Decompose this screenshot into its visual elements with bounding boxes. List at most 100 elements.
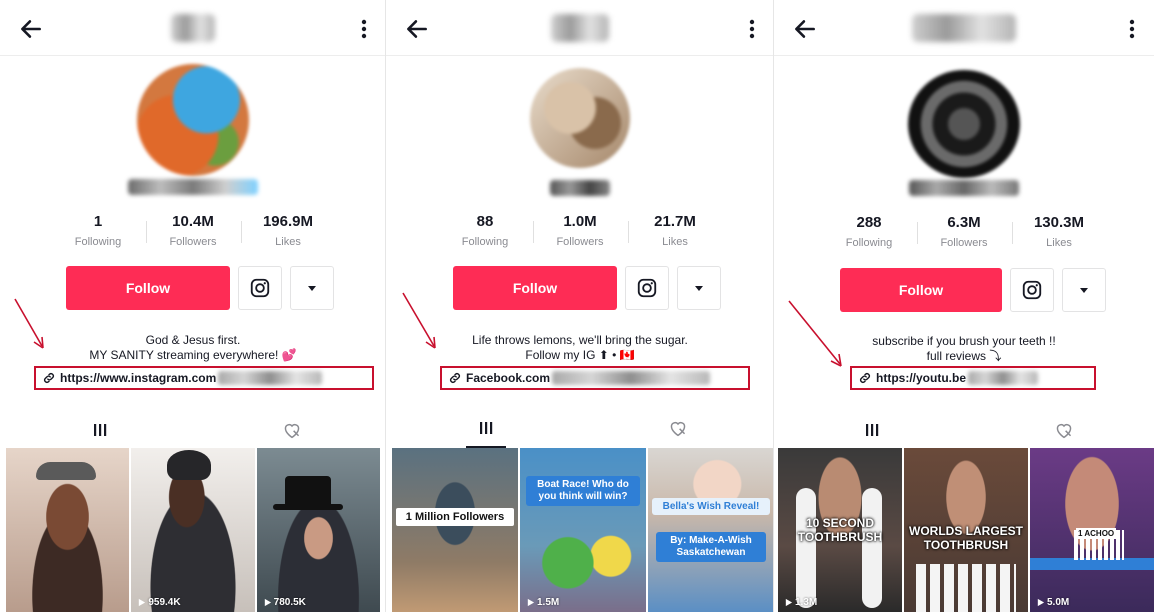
link-icon	[860, 373, 870, 383]
blurred-handle-title	[912, 14, 1016, 42]
profile-panel-2: 88 Following 1.0M Followers 21.7M Likes Fol…	[386, 0, 774, 612]
bio-link[interactable]: https://youtu.be	[850, 366, 1096, 390]
instagram-button[interactable]	[1010, 268, 1054, 312]
view-count: 959.4K	[137, 597, 181, 608]
stat-value: 6.3M	[947, 214, 981, 231]
video-thumbnail[interactable]: 1 ACHOO 5.0M	[1030, 448, 1154, 612]
play-icon	[1037, 598, 1045, 607]
liked-heart-icon	[1056, 423, 1072, 439]
instagram-button[interactable]	[238, 266, 282, 310]
more-vertical-icon[interactable]	[742, 16, 762, 42]
tab-liked[interactable]	[1024, 410, 1104, 450]
avatar[interactable]	[908, 70, 1020, 178]
more-options-dropdown[interactable]	[677, 266, 721, 310]
view-count: 780.5K	[263, 597, 306, 608]
more-options-dropdown[interactable]	[1062, 268, 1106, 312]
tab-liked[interactable]	[252, 410, 332, 450]
view-count: 5.0M	[1036, 597, 1069, 608]
play-icon	[785, 598, 793, 607]
stats-row: 1 Following 10.4M Followers 196.9M Likes	[0, 213, 386, 250]
stat-value: 10.4M	[172, 213, 214, 230]
tab-videos[interactable]	[60, 410, 140, 450]
video-thumbnail[interactable]: Bella's Wish Reveal! By: Make-A-Wish Sas…	[648, 448, 774, 612]
stat-likes[interactable]: 130.3M Likes	[1011, 214, 1107, 251]
bio: Life throws lemons, we'll bring the suga…	[386, 333, 774, 363]
stat-likes[interactable]: 196.9M Likes	[240, 213, 336, 250]
back-arrow-icon[interactable]	[404, 16, 430, 42]
stat-followers[interactable]: 6.3M Followers	[916, 214, 1012, 251]
back-arrow-icon[interactable]	[792, 16, 818, 42]
follow-button[interactable]: Follow	[66, 266, 230, 310]
more-vertical-icon[interactable]	[1122, 16, 1142, 42]
blurred-link-suffix	[218, 371, 323, 385]
action-buttons: Follow	[66, 266, 334, 310]
more-vertical-icon[interactable]	[354, 16, 374, 42]
instagram-icon	[637, 278, 657, 298]
video-thumbnail[interactable]	[6, 448, 130, 612]
video-thumbnail[interactable]: WORLDS LARGEST TOOTHBRUSH	[904, 448, 1028, 612]
view-count-text: 5.0M	[1047, 597, 1070, 608]
bio-line: Life throws lemons, we'll bring the suga…	[472, 333, 688, 347]
stat-value: 21.7M	[654, 213, 696, 230]
video-grid: 1 Million Followers Boat Race! Who do yo…	[392, 448, 774, 612]
follow-button[interactable]: Follow	[453, 266, 617, 310]
bio: God & Jesus first. MY SANITY streaming e…	[0, 333, 386, 363]
back-arrow-icon[interactable]	[18, 16, 44, 42]
follow-button[interactable]: Follow	[840, 268, 1002, 312]
caret-down-icon	[695, 286, 703, 291]
view-count: 1.5M	[526, 597, 559, 608]
content-tabs	[0, 410, 386, 450]
video-caption: 10 SECOND TOOTHBRUSH	[797, 516, 883, 544]
tab-liked[interactable]	[640, 408, 716, 448]
video-thumbnail[interactable]: Boat Race! Who do you think will win? 1.…	[520, 448, 646, 612]
link-icon	[44, 373, 54, 383]
grid-videos-icon	[94, 424, 107, 436]
red-annotation-arrow	[788, 300, 842, 367]
content-tabs	[386, 408, 774, 448]
play-icon	[264, 598, 271, 607]
stat-following[interactable]: 288 Following	[822, 214, 917, 251]
instagram-icon	[250, 278, 270, 298]
stat-value: 130.3M	[1033, 214, 1085, 231]
view-count-text: 1.3M	[795, 597, 818, 608]
bio-line: MY SANITY streaming everywhere! 💕	[89, 348, 297, 362]
video-caption: Bella's Wish Reveal!	[652, 498, 770, 515]
bio-link[interactable]: Facebook.com	[440, 366, 750, 390]
stat-label: Following	[461, 236, 509, 248]
avatar[interactable]	[137, 64, 249, 176]
video-thumbnail[interactable]: 959.4K	[131, 448, 255, 612]
grid-videos-icon	[866, 424, 879, 436]
blurred-handle-title	[171, 14, 215, 42]
blurred-link-suffix	[552, 371, 711, 385]
bio-link[interactable]: https://www.instagram.com	[34, 366, 374, 390]
top-bar	[0, 0, 386, 56]
stat-label: Followers	[556, 236, 604, 248]
grid-videos-icon	[480, 422, 493, 434]
tab-videos[interactable]	[832, 410, 912, 450]
stat-followers[interactable]: 10.4M Followers	[145, 213, 241, 250]
stat-likes[interactable]: 21.7M Likes	[627, 213, 723, 250]
video-caption: 1 ACHOO	[1076, 528, 1117, 539]
video-caption: Boat Race! Who do you think will win?	[526, 476, 640, 506]
stat-following[interactable]: 1 Following	[51, 213, 146, 250]
stat-label: Likes	[662, 236, 688, 248]
instagram-button[interactable]	[625, 266, 669, 310]
stat-value: 1	[93, 213, 103, 230]
avatar[interactable]	[530, 68, 630, 168]
view-count: 1.3M	[784, 597, 817, 608]
blurred-username	[128, 179, 258, 195]
view-count-text: 959.4K	[148, 597, 181, 608]
profile-panel-3: 288 Following 6.3M Followers 130.3M Likes F…	[774, 0, 1154, 612]
video-grid: 10 SECOND TOOTHBRUSH 1.3M WORLDS LARGEST…	[778, 448, 1154, 612]
stat-following[interactable]: 88 Following	[438, 213, 533, 250]
video-thumbnail[interactable]: 1 Million Followers	[392, 448, 518, 612]
tab-videos[interactable]	[448, 408, 524, 448]
stat-label: Followers	[940, 237, 988, 249]
more-options-dropdown[interactable]	[290, 266, 334, 310]
blurred-handle-title	[551, 14, 609, 42]
video-thumbnail[interactable]: 10 SECOND TOOTHBRUSH 1.3M	[778, 448, 902, 612]
stat-followers[interactable]: 1.0M Followers	[532, 213, 628, 250]
stat-value: 196.9M	[262, 213, 314, 230]
video-caption: WORLDS LARGEST TOOTHBRUSH	[909, 524, 1023, 552]
video-thumbnail[interactable]: 780.5K	[256, 448, 380, 612]
